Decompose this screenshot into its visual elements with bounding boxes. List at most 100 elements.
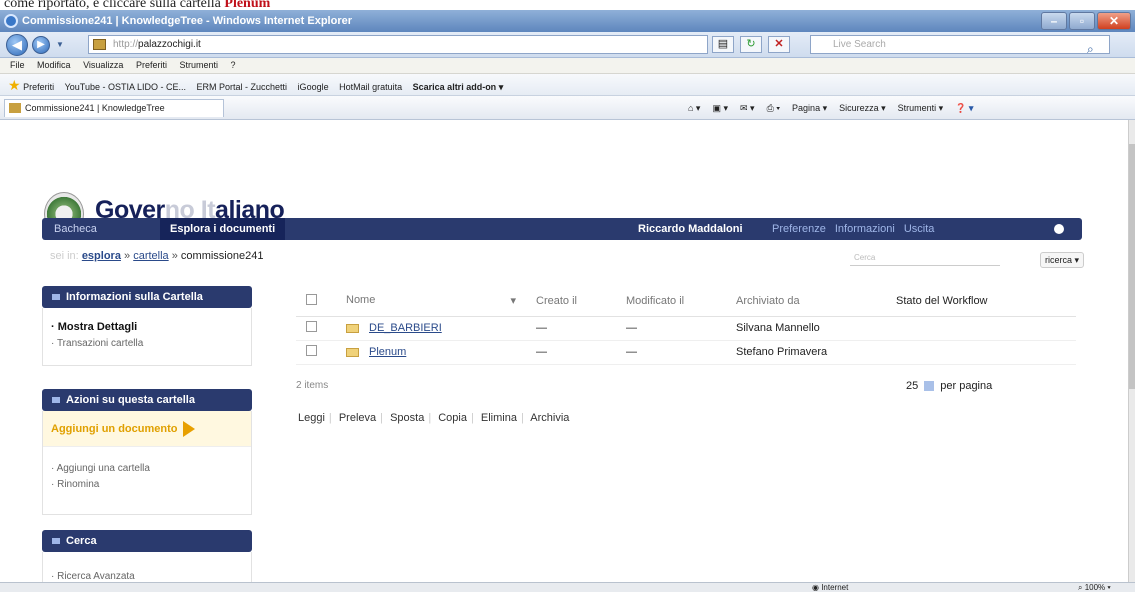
row-select-cell [296, 316, 346, 341]
per-page-select[interactable] [924, 381, 935, 392]
menu-strumenti[interactable]: Strumenti [179, 58, 218, 73]
fav-erm[interactable]: ERM Portal - Zucchetti [197, 76, 288, 98]
page-menu[interactable]: Pagina ▾ [792, 96, 827, 120]
url-domain: palazzochigi.it [138, 39, 201, 50]
fav-youtube[interactable]: YouTube - OSTIA LIDO - CE... [65, 76, 186, 98]
folder-link[interactable]: Plenum [369, 346, 406, 358]
feeds-icon[interactable]: ▣ ▾ [712, 96, 728, 120]
stop-icon[interactable]: ✕ [768, 36, 790, 53]
action-preleva[interactable]: Preleva [339, 412, 376, 424]
tab-esplora-documenti[interactable]: Esplora i documenti [160, 218, 286, 240]
action-archivia[interactable]: Archivia [530, 412, 569, 424]
menu-visualizza[interactable]: Visualizza [83, 58, 123, 73]
search-panel-title: Cerca [66, 535, 97, 547]
search-button[interactable]: ricerca ▾ [1040, 252, 1084, 268]
transazioni-label: Transazioni cartella [56, 338, 144, 349]
forward-button[interactable]: ▶ [32, 36, 50, 54]
url-prefix: http:// [113, 39, 139, 50]
menu-help[interactable]: ? [231, 58, 236, 73]
menu-preferiti[interactable]: Preferiti [136, 58, 167, 73]
caption-highlight: Plenum [224, 0, 271, 10]
search-panel: Cerca · Ricerca Avanzata [42, 530, 252, 582]
tools-menu[interactable]: Strumenti ▾ [898, 96, 944, 120]
panel-toggle-icon[interactable] [52, 397, 60, 404]
browser-tab[interactable]: Commissione241 | KnowledgeTree [4, 99, 224, 117]
link-transazioni[interactable]: · Transazioni cartella [43, 338, 251, 349]
search-input[interactable]: Live Search ⌕ [810, 35, 1110, 57]
col-creato[interactable]: Creato il [536, 286, 626, 317]
row-checkbox[interactable] [306, 321, 317, 332]
history-dropdown-icon[interactable]: ▼ [56, 40, 64, 49]
help-icon[interactable]: ❓ ▾ [955, 96, 973, 120]
select-all-checkbox[interactable] [306, 293, 317, 305]
action-copia[interactable]: Copia [438, 412, 467, 424]
minimize-button[interactable]: – [1041, 12, 1067, 30]
col-archiviato-label: Archiviato da [736, 294, 800, 307]
page-scrollbar[interactable] [1128, 120, 1135, 582]
menu-file[interactable]: File [10, 58, 25, 73]
link-uscita[interactable]: Uscita [904, 223, 935, 235]
refresh-icon[interactable]: ↻ [740, 36, 762, 53]
zoom-control[interactable]: ⌕ 100% ▾ [1078, 583, 1111, 592]
row-checkbox[interactable] [306, 345, 317, 356]
table-header-row: Nome ▾ Creato il Modificato il Archiviat… [296, 286, 1076, 317]
security-menu[interactable]: Sicurezza ▾ [839, 96, 886, 120]
action-elimina[interactable]: Elimina [481, 412, 517, 424]
sort-icon[interactable]: ▾ [510, 294, 516, 307]
search-button-label: ricerca [1044, 255, 1072, 265]
search-icon[interactable]: ⌕ [1087, 41, 1103, 57]
star-icon: ★ [8, 77, 21, 93]
folder-icon [346, 323, 359, 333]
col-workflow[interactable]: Stato del Workflow [896, 286, 1076, 317]
fav-igoogle[interactable]: iGoogle [298, 76, 329, 98]
page-search-input[interactable]: Cerca [850, 250, 1000, 266]
created-cell: — [536, 316, 626, 341]
link-ricerca-avanzata[interactable]: · Ricerca Avanzata [43, 571, 251, 582]
link-informazioni[interactable]: Informazioni [835, 223, 895, 235]
folder-link[interactable]: DE_BARBIERI [369, 322, 442, 334]
action-leggi[interactable]: Leggi [298, 412, 325, 424]
fav-addons[interactable]: Scarica altri add-on ▾ [413, 76, 504, 98]
col-modificato-label: Modificato il [626, 294, 685, 307]
menu-modifica[interactable]: Modifica [37, 58, 71, 73]
scrollbar-thumb[interactable] [1129, 144, 1135, 389]
home-icon[interactable]: ⌂ ▾ [688, 96, 700, 120]
breadcrumb-esplora[interactable]: esplora [82, 250, 121, 262]
link-rinomina[interactable]: · Rinomina [43, 479, 251, 490]
mail-icon[interactable]: ✉ ▾ [740, 96, 755, 120]
col-modificato[interactable]: Modificato il [626, 286, 736, 317]
fav-hotmail[interactable]: HotMail gratuita [339, 76, 402, 98]
favorites-button[interactable]: ★ Preferiti [8, 74, 54, 98]
breadcrumb-prefix: sei in: [50, 250, 79, 262]
info-panel-title: Informazioni sulla Cartella [66, 291, 203, 303]
page-menu-label: Pagina [792, 103, 821, 113]
url-input[interactable]: http://palazzochigi.it [88, 35, 708, 54]
folder-icon [346, 347, 359, 357]
caption-text: come riportato, e cliccare sulla cartell… [4, 0, 221, 10]
separator: | [380, 412, 383, 424]
col-archiviato[interactable]: Archiviato da [736, 286, 896, 317]
breadcrumb-cartella[interactable]: cartella [133, 250, 168, 262]
action-sposta[interactable]: Sposta [390, 412, 424, 424]
link-mostra-dettagli[interactable]: · Mostra Dettagli [43, 321, 251, 333]
modified-cell: — [626, 316, 736, 341]
back-button[interactable]: ◀ [6, 34, 28, 56]
user-name: Riccardo Maddaloni [638, 223, 743, 235]
maximize-button[interactable]: ▫ [1069, 12, 1095, 30]
tab-bacheca[interactable]: Bacheca [54, 218, 97, 240]
panel-toggle-icon[interactable] [52, 538, 60, 545]
status-bar: ◉ Internet ⌕ 100% ▾ [0, 582, 1135, 592]
select-all-header [296, 286, 346, 317]
link-aggiungi-cartella[interactable]: · Aggiungi una cartella [43, 463, 251, 474]
add-document-button[interactable]: Aggiungi un documento [43, 411, 251, 447]
web-page: Governo Italiano Bacheca Esplora i docum… [0, 120, 1128, 582]
window-controls: – ▫ ✕ [1041, 12, 1131, 30]
link-preferenze[interactable]: Preferenze [772, 223, 826, 235]
panel-toggle-icon[interactable] [52, 294, 60, 301]
favorites-bar: ★ Preferiti YouTube - OSTIA LIDO - CE...… [0, 74, 1135, 96]
compatibility-icon[interactable]: ▤ [712, 36, 734, 53]
per-page-value: 25 [906, 380, 919, 392]
print-icon[interactable]: ⎙ ▾ [767, 96, 780, 120]
col-nome[interactable]: Nome ▾ [346, 286, 536, 317]
close-button[interactable]: ✕ [1097, 12, 1131, 30]
